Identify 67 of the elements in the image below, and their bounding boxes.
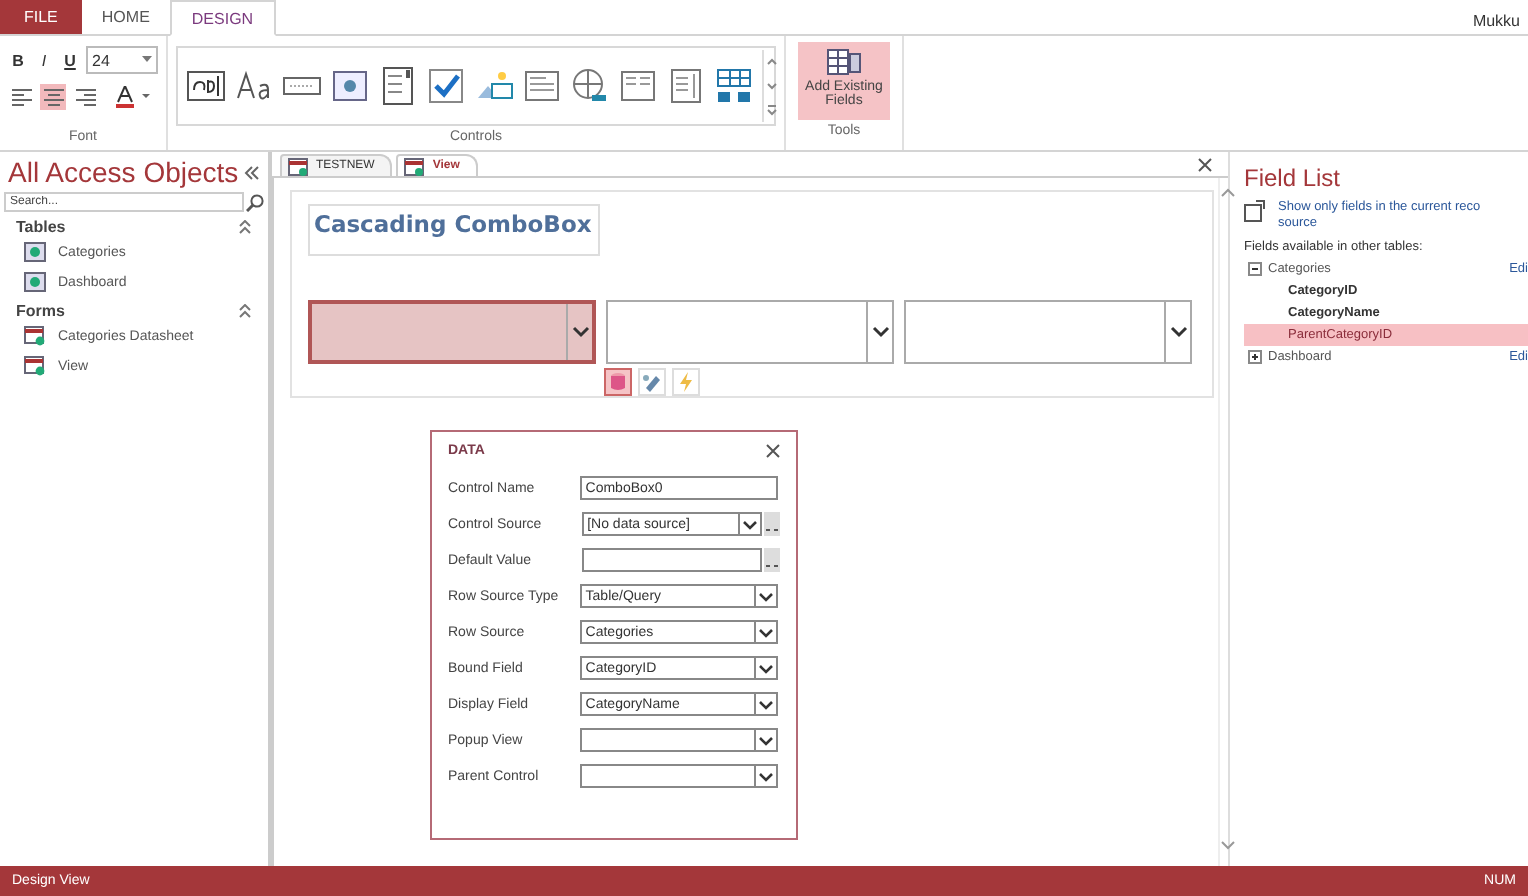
database-icon[interactable] (604, 368, 632, 396)
checkbox-control-icon[interactable] (426, 66, 466, 106)
field-list-title: Field List (1244, 164, 1343, 192)
chevron-down-icon (758, 699, 774, 709)
align-button[interactable] (72, 84, 98, 110)
table-fields-icon (826, 48, 862, 76)
chevron-down-icon (742, 519, 759, 529)
section-header[interactable]: Tables (16, 218, 66, 236)
chevron-down-icon (758, 771, 774, 781)
ribbon-tab[interactable]: DESIGN (169, 0, 276, 36)
font-style-button[interactable]: B (8, 51, 28, 69)
table-icon (24, 242, 46, 262)
navigation-control-icon[interactable] (618, 66, 658, 106)
tab-control-icon[interactable] (330, 66, 370, 106)
gallery-scroll-icon[interactable] (762, 50, 780, 122)
chevron-down-icon (758, 663, 774, 673)
close-icon[interactable] (1198, 158, 1212, 172)
expander-icon[interactable] (1248, 350, 1262, 364)
property-field[interactable] (581, 548, 763, 572)
combo-box[interactable] (904, 300, 1192, 364)
chevron-down-icon (871, 326, 889, 338)
property-dropdown[interactable] (579, 728, 778, 752)
list-control-icon[interactable] (378, 66, 418, 106)
collapse-icon[interactable] (244, 165, 260, 179)
collapse-icon[interactable] (238, 220, 252, 234)
ribbon-tab[interactable]: FILE (0, 0, 82, 34)
grid-control-icon[interactable] (714, 66, 754, 106)
label-control-icon[interactable] (234, 66, 274, 106)
scroll-up-icon[interactable] (1220, 188, 1236, 198)
font-size-field[interactable]: 24 (86, 46, 158, 74)
chevron-down-icon (758, 591, 774, 601)
document-icon (1244, 200, 1266, 222)
chevron-down-icon (758, 735, 774, 745)
combo-box[interactable] (308, 300, 596, 364)
close-icon[interactable] (766, 444, 780, 458)
chevron-down-icon (1169, 326, 1187, 338)
form-icon (24, 326, 46, 346)
builder-button[interactable] (764, 512, 781, 536)
form-icon (24, 356, 46, 376)
align-button[interactable] (40, 84, 66, 110)
chevron-down-icon (571, 326, 589, 338)
hyperlink-control-icon[interactable] (570, 66, 610, 106)
expander-icon[interactable] (1248, 262, 1262, 276)
listbox-control-icon[interactable] (666, 66, 706, 106)
ribbon-tab[interactable]: HOME (81, 0, 170, 34)
property-dropdown[interactable] (579, 764, 778, 788)
builder-button[interactable] (764, 548, 781, 572)
dropdown-arrow-icon (142, 56, 152, 64)
brush-icon[interactable] (638, 368, 666, 396)
navigation-pane-title: All Access Objects (8, 156, 239, 188)
chevron-down-icon (758, 627, 774, 637)
form-icon (404, 157, 425, 175)
scroll-down-icon[interactable] (1220, 840, 1236, 850)
textbox-control-icon[interactable] (186, 66, 226, 106)
search-icon (246, 193, 264, 211)
combo-box[interactable] (606, 300, 894, 364)
section-header[interactable]: Forms (16, 302, 65, 320)
table-icon (24, 272, 46, 292)
collapse-icon[interactable] (238, 304, 252, 318)
user-name: Mukku (1472, 10, 1522, 34)
font-color-icon[interactable] (116, 86, 152, 108)
font-style-button[interactable]: I (34, 51, 54, 69)
align-button[interactable] (8, 84, 34, 110)
font-style-button[interactable]: U (60, 51, 80, 69)
form-control-icon[interactable] (522, 66, 562, 106)
form-title-label[interactable]: Cascading ComboBox (308, 204, 600, 256)
form-icon (288, 157, 308, 175)
